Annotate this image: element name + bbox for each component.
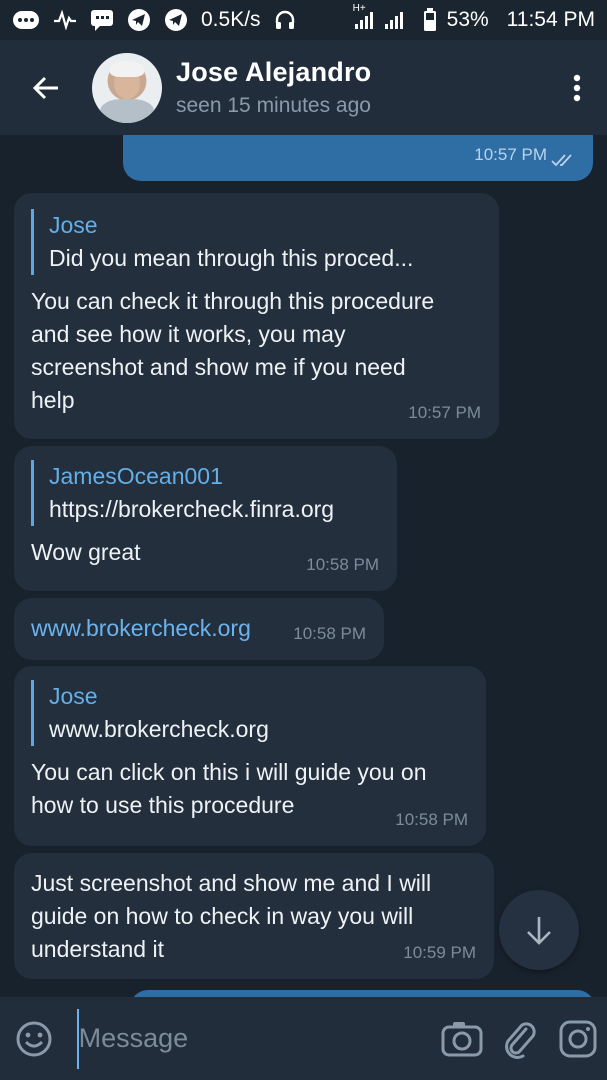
back-arrow-icon xyxy=(32,76,58,99)
scroll-down-button[interactable] xyxy=(499,890,579,970)
telegram-icon xyxy=(164,8,188,32)
reply-sender: Jose xyxy=(49,683,98,709)
reply-text: Did you mean through this proced... xyxy=(49,245,414,271)
reply-text: https://brokercheck.finra.org xyxy=(49,496,335,522)
instagram-icon xyxy=(559,1020,597,1057)
paperclip-icon xyxy=(504,1021,536,1059)
contact-info[interactable]: Jose Alejandro seen 15 minutes ago xyxy=(176,57,371,118)
battery-icon xyxy=(423,8,437,32)
chat-header: Jose Alejandro seen 15 minutes ago xyxy=(0,40,607,135)
reply-preview[interactable]: JamesOcean001 https://brokercheck.finra.… xyxy=(31,460,379,526)
contact-status: seen 15 minutes ago xyxy=(176,94,371,117)
more-vertical-icon xyxy=(573,74,581,101)
outgoing-message[interactable]: 10:57 PM xyxy=(123,135,593,181)
attach-button[interactable] xyxy=(491,997,549,1080)
incoming-message[interactable]: Just screenshot and show me and I will g… xyxy=(14,853,494,979)
message-time: 10:57 PM xyxy=(474,145,547,164)
instagram-button[interactable] xyxy=(549,997,607,1080)
message-link[interactable]: www.brokercheck.org xyxy=(31,615,251,641)
messenger-icon xyxy=(12,9,40,31)
incoming-message[interactable]: Jose Did you mean through this proced...… xyxy=(14,193,499,439)
reply-text: www.brokercheck.org xyxy=(49,716,269,742)
message-time: 10:59 PM xyxy=(403,943,476,962)
message-time: 10:58 PM xyxy=(306,555,379,574)
status-bar: 0.5K/s H+ 53% 11:54 PM xyxy=(0,0,607,40)
activity-icon xyxy=(53,10,77,30)
headphones-icon xyxy=(274,9,296,31)
back-button[interactable] xyxy=(0,40,92,135)
incoming-message[interactable]: JamesOcean001 https://brokercheck.finra.… xyxy=(14,446,397,591)
telegram-icon xyxy=(127,8,151,32)
incoming-message[interactable]: www.brokercheck.org 10:58 PM xyxy=(14,598,384,660)
signal-icon: H+ xyxy=(353,3,413,31)
arrow-down-icon xyxy=(527,917,551,945)
message-time: 10:58 PM xyxy=(293,624,366,643)
clock: 11:54 PM xyxy=(506,8,595,31)
message-time: 10:58 PM xyxy=(395,810,468,829)
emoji-button[interactable] xyxy=(0,997,69,1080)
network-speed: 0.5K/s xyxy=(201,8,261,31)
double-check-icon xyxy=(551,154,572,167)
reply-preview[interactable]: Jose Did you mean through this proced... xyxy=(31,209,481,275)
reply-preview[interactable]: Jose www.brokercheck.org xyxy=(31,680,468,746)
contact-name: Jose Alejandro xyxy=(176,57,372,87)
message-list[interactable]: 10:57 PM Jose Did you mean through this … xyxy=(0,135,607,997)
avatar[interactable] xyxy=(92,52,162,123)
reply-sender: JamesOcean001 xyxy=(49,463,223,489)
camera-icon xyxy=(441,1021,483,1056)
emoji-icon xyxy=(16,1021,52,1056)
battery-level: 53% xyxy=(446,8,489,31)
network-type: H+ xyxy=(352,3,366,14)
message-time: 10:57 PM xyxy=(408,403,481,422)
message-composer xyxy=(0,997,607,1080)
reply-sender: Jose xyxy=(49,212,98,238)
camera-button[interactable] xyxy=(433,997,491,1080)
more-options-button[interactable] xyxy=(547,40,607,135)
incoming-message[interactable]: Jose www.brokercheck.org You can click o… xyxy=(14,666,486,846)
outgoing-message[interactable] xyxy=(130,990,595,997)
chat-icon xyxy=(90,9,114,31)
message-input[interactable] xyxy=(76,1008,433,1069)
